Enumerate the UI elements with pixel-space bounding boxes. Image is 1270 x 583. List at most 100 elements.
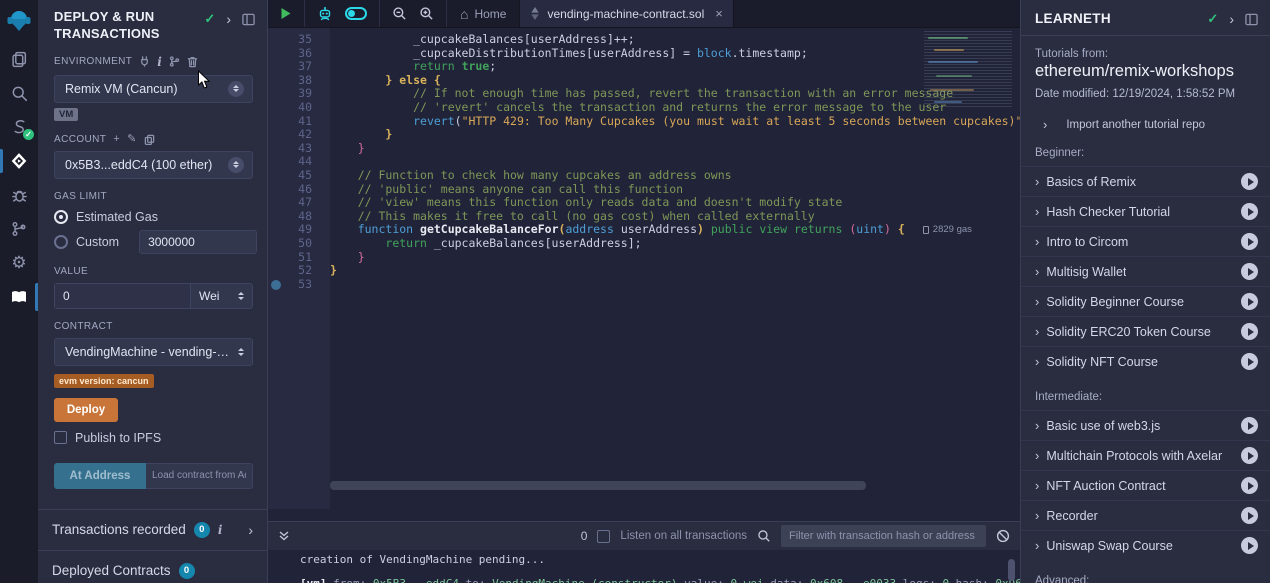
tutorial-item[interactable]: ›Uniswap Swap Course bbox=[1021, 530, 1270, 560]
play-tutorial-button[interactable] bbox=[1241, 353, 1258, 370]
play-tutorial-button[interactable] bbox=[1241, 263, 1258, 280]
add-account-icon[interactable]: + bbox=[113, 134, 120, 144]
tab-home[interactable]: ⌂ Home bbox=[447, 0, 519, 27]
play-tutorial-button[interactable] bbox=[1241, 537, 1258, 554]
minimap[interactable] bbox=[924, 31, 1012, 109]
deployed-contracts-row[interactable]: Deployed Contracts 0 bbox=[38, 551, 267, 583]
line-number[interactable]: 45 bbox=[284, 169, 312, 183]
listen-all-checkbox[interactable] bbox=[597, 530, 610, 543]
line-number[interactable]: 41 bbox=[284, 115, 312, 129]
tutorial-item[interactable]: ›NFT Auction Contract bbox=[1021, 470, 1270, 500]
publish-ipfs-row[interactable]: Publish to IPFS bbox=[38, 422, 267, 445]
breakpoint-margin[interactable] bbox=[268, 264, 284, 278]
breakpoint-margin[interactable] bbox=[268, 223, 284, 237]
breakpoint-margin[interactable] bbox=[268, 155, 284, 169]
play-tutorial-button[interactable] bbox=[1241, 173, 1258, 190]
zoom-out-icon[interactable] bbox=[392, 6, 407, 21]
custom-gas-input[interactable] bbox=[139, 230, 257, 254]
copilot-toggle[interactable] bbox=[345, 7, 367, 20]
breakpoint-dot[interactable] bbox=[271, 280, 281, 290]
close-tab-icon[interactable]: × bbox=[715, 6, 723, 21]
value-unit-select[interactable]: Wei bbox=[190, 284, 252, 308]
line-number[interactable]: 48 bbox=[284, 210, 312, 224]
tutorial-item[interactable]: ›Solidity NFT Course bbox=[1021, 346, 1270, 376]
deploy-button[interactable]: Deploy bbox=[54, 398, 118, 422]
breakpoint-margin[interactable] bbox=[268, 196, 284, 210]
line-number[interactable]: 38 bbox=[284, 74, 312, 88]
chevron-right-icon[interactable]: › bbox=[248, 522, 253, 538]
debugger-icon[interactable] bbox=[0, 178, 38, 212]
tutorial-item[interactable]: ›Intro to Circom bbox=[1021, 226, 1270, 256]
breakpoint-margin[interactable] bbox=[268, 33, 284, 47]
play-tutorial-button[interactable] bbox=[1241, 477, 1258, 494]
line-number[interactable]: 42 bbox=[284, 128, 312, 142]
terminal-filter-input[interactable] bbox=[781, 525, 986, 547]
tutorial-item[interactable]: ›Basics of Remix bbox=[1021, 166, 1270, 196]
publish-ipfs-checkbox[interactable] bbox=[54, 431, 67, 444]
line-number[interactable]: 49 bbox=[284, 223, 312, 237]
terminal-body[interactable]: creation of VendingMachine pending...[vm… bbox=[268, 550, 1020, 583]
git-icon[interactable] bbox=[0, 212, 38, 246]
line-number[interactable]: 47 bbox=[284, 196, 312, 210]
line-number[interactable]: 36 bbox=[284, 47, 312, 61]
learneth-plugin-icon[interactable] bbox=[0, 280, 38, 314]
clear-terminal-icon[interactable] bbox=[996, 529, 1010, 543]
pin-panel-icon[interactable] bbox=[1245, 13, 1258, 26]
breakpoint-margin[interactable] bbox=[268, 251, 284, 265]
play-tutorial-button[interactable] bbox=[1241, 293, 1258, 310]
ai-copilot-icon[interactable] bbox=[317, 6, 333, 22]
line-number[interactable]: 51 bbox=[284, 251, 312, 265]
play-tutorial-button[interactable] bbox=[1241, 447, 1258, 464]
line-number[interactable]: 35 bbox=[284, 33, 312, 47]
tutorial-item[interactable]: ›Solidity ERC20 Token Course bbox=[1021, 316, 1270, 346]
deploy-run-icon[interactable] bbox=[0, 144, 38, 178]
search-icon[interactable] bbox=[757, 529, 771, 543]
custom-gas-radio[interactable]: Custom bbox=[38, 224, 267, 254]
plug-icon[interactable] bbox=[139, 56, 150, 67]
remix-logo-icon[interactable] bbox=[0, 0, 38, 42]
file-explorer-icon[interactable] bbox=[0, 42, 38, 76]
breakpoint-margin[interactable] bbox=[268, 278, 284, 292]
edit-icon[interactable]: ✎ bbox=[127, 134, 137, 144]
tutorial-item[interactable]: ›Recorder bbox=[1021, 500, 1270, 530]
line-number[interactable]: 40 bbox=[284, 101, 312, 115]
breakpoint-margin[interactable] bbox=[268, 169, 284, 183]
transactions-recorded-row[interactable]: Transactions recorded 0 i › bbox=[38, 510, 267, 551]
account-select[interactable]: 0x5B3...eddC4 (100 ether) bbox=[54, 151, 253, 179]
solidity-compiler-icon[interactable]: ✓ bbox=[0, 110, 38, 144]
breakpoint-margin[interactable] bbox=[268, 101, 284, 115]
chevron-right-icon[interactable]: › bbox=[1229, 13, 1234, 25]
tutorial-item[interactable]: ›Basic use of web3.js bbox=[1021, 410, 1270, 440]
fork-icon[interactable] bbox=[169, 56, 180, 67]
info-icon[interactable]: i bbox=[218, 523, 223, 537]
breakpoint-margin[interactable] bbox=[268, 237, 284, 251]
tutorial-item[interactable]: ›Multichain Protocols with Axelar bbox=[1021, 440, 1270, 470]
value-input[interactable] bbox=[55, 284, 190, 308]
environment-select[interactable]: Remix VM (Cancun) bbox=[54, 75, 253, 103]
copy-icon[interactable] bbox=[144, 134, 155, 145]
horizontal-scrollbar[interactable] bbox=[330, 481, 866, 490]
line-number[interactable]: 44 bbox=[284, 155, 312, 169]
tutorial-item[interactable]: ›Solidity Beginner Course bbox=[1021, 286, 1270, 316]
breakpoint-margin[interactable] bbox=[268, 183, 284, 197]
line-number[interactable]: 53 bbox=[284, 278, 312, 292]
terminal-scrollbar[interactable] bbox=[1008, 559, 1015, 581]
zoom-in-icon[interactable] bbox=[419, 6, 434, 21]
tutorial-item[interactable]: ›Hash Checker Tutorial bbox=[1021, 196, 1270, 226]
expand-terminal-icon[interactable] bbox=[278, 530, 290, 542]
line-number[interactable]: 37 bbox=[284, 60, 312, 74]
breakpoint-margin[interactable] bbox=[268, 87, 284, 101]
breakpoint-margin[interactable] bbox=[268, 115, 284, 129]
line-number[interactable]: 46 bbox=[284, 183, 312, 197]
breakpoint-margin[interactable] bbox=[268, 74, 284, 88]
play-tutorial-button[interactable] bbox=[1241, 323, 1258, 340]
at-address-button[interactable]: At Address bbox=[54, 463, 146, 489]
estimated-gas-radio[interactable]: Estimated Gas bbox=[38, 202, 267, 224]
import-tutorial-repo[interactable]: › Import another tutorial repo bbox=[1021, 100, 1270, 132]
chevron-right-icon[interactable]: › bbox=[226, 13, 231, 25]
line-number[interactable]: 39 bbox=[284, 87, 312, 101]
breakpoint-margin[interactable] bbox=[268, 210, 284, 224]
line-number[interactable]: 52 bbox=[284, 264, 312, 278]
trash-icon[interactable] bbox=[187, 56, 198, 68]
run-script-icon[interactable] bbox=[280, 7, 292, 20]
